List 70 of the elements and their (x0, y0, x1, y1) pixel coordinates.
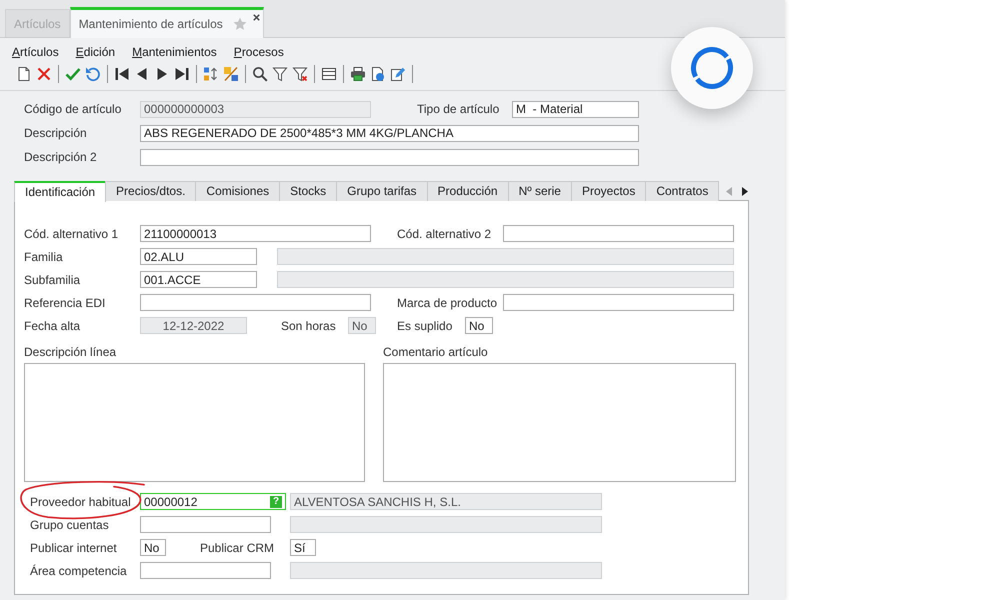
funnel-x-icon[interactable] (292, 66, 308, 82)
input-field[interactable]: 21100000013 (140, 225, 371, 242)
input-field[interactable]: Sí (290, 539, 316, 556)
field-label: Área competencia (30, 564, 128, 578)
skip-to-end-icon[interactable] (174, 66, 190, 82)
tab[interactable]: Stocks (279, 181, 338, 201)
table-icon[interactable] (321, 66, 337, 82)
x-mark-icon[interactable] (36, 66, 52, 82)
page-icon[interactable] (16, 66, 32, 82)
checkmark-icon[interactable] (65, 66, 81, 82)
tab[interactable]: Comisiones (195, 181, 280, 201)
field-label: Marca de producto (397, 296, 498, 310)
field-label: Publicar CRM (200, 540, 276, 554)
field-label: Cód. alternativo 2 (397, 226, 492, 240)
tab[interactable]: Proyectos (570, 181, 646, 201)
printer-icon[interactable] (350, 66, 366, 82)
menu-item[interactable]: Edición (76, 43, 116, 61)
field-label: Descripción (24, 126, 88, 140)
search-icon[interactable] (252, 66, 268, 82)
field-label: Familia (24, 250, 64, 264)
readonly-field: No (348, 317, 376, 334)
input-field[interactable] (140, 562, 271, 579)
star-icon[interactable] (232, 17, 247, 31)
field-label: Cód. alternativo 1 (24, 226, 120, 240)
field-label: Descripción línea (24, 345, 118, 359)
funnel-icon[interactable] (272, 66, 288, 82)
tab[interactable]: Precios/dtos. (105, 181, 196, 201)
input-field[interactable]: 02.ALU (140, 248, 257, 265)
menu-item[interactable]: Procesos (234, 43, 284, 61)
field-label: Comentario artículo (383, 345, 489, 359)
input-field[interactable]: 001.ACCE (140, 271, 257, 288)
input-field[interactable]: 00000012 ? (140, 493, 286, 510)
input-field[interactable]: ABS REGENERADO DE 2500*485*3 MM 4KG/PLANCHA (140, 124, 639, 142)
menu-item[interactable]: Mantenimientos (132, 43, 217, 61)
field-label: Es suplido (397, 318, 454, 332)
tab[interactable]: Grupo tarifas (336, 181, 428, 201)
field-label: Código de artículo (24, 102, 122, 116)
tab[interactable]: Nº serie (508, 181, 572, 201)
readonly-field: ALVENTOSA SANCHIS H, S.L. (290, 493, 602, 510)
input-field[interactable]: M - Material (512, 100, 639, 118)
sort-blocks-icon[interactable] (223, 66, 239, 82)
readonly-field: 000000000003 (140, 100, 371, 118)
input-field[interactable] (140, 148, 639, 166)
field-label: Descripción 2 (24, 150, 98, 164)
triangle-right-icon[interactable] (742, 186, 748, 196)
skip-to-start-icon[interactable] (114, 66, 130, 82)
field-label: Grupo cuentas (30, 518, 110, 532)
input-field[interactable] (503, 225, 734, 242)
field-label: Publicar internet (30, 540, 118, 554)
document-tab[interactable]: Mantenimiento de artículos (70, 7, 264, 38)
input-field[interactable] (140, 294, 371, 311)
input-field[interactable]: No (140, 539, 166, 556)
field-label: Son horas (281, 318, 337, 332)
input-field[interactable]: No (465, 317, 493, 334)
field-label: Referencia EDI (24, 296, 106, 310)
input-field[interactable] (140, 516, 271, 533)
close-icon[interactable] (252, 14, 260, 21)
input-field[interactable] (503, 294, 734, 311)
field-label: Proveedor habitual (30, 494, 132, 508)
field-label: Subfamilia (24, 272, 82, 286)
menu-item[interactable]: Artículos (12, 43, 59, 61)
field-label: Tipo de artículo (417, 102, 500, 116)
tab[interactable]: Producción (426, 181, 509, 201)
page-pencil-icon[interactable] (390, 66, 406, 82)
readonly-field: 12-12-2022 (140, 317, 247, 334)
tab[interactable]: Contratos (645, 181, 720, 201)
sort-icon[interactable] (203, 66, 219, 82)
tab[interactable]: Identificación (14, 181, 106, 202)
circular-arrow-icon[interactable] (85, 66, 101, 82)
field-label: Fecha alta (24, 318, 82, 332)
